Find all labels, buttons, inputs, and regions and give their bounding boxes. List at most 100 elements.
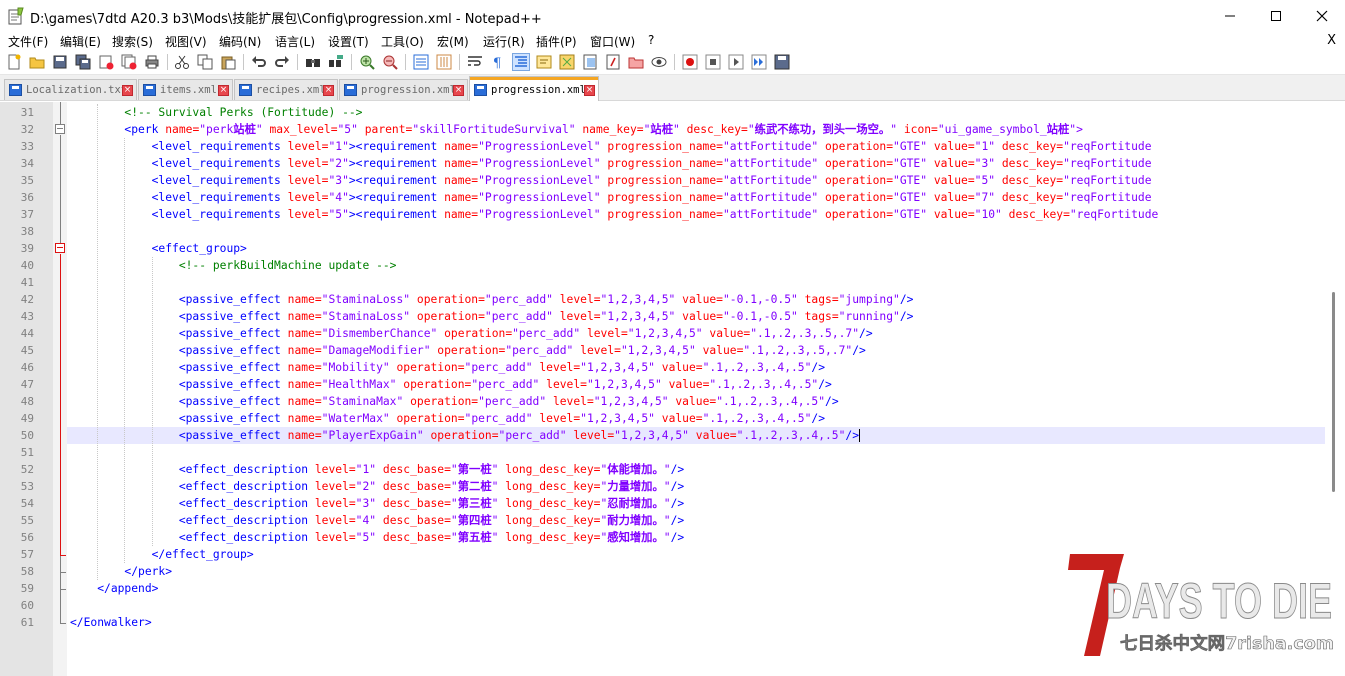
menu-help[interactable]: ?: [648, 33, 654, 47]
code-line[interactable]: <passive_effect name="DamageModifier" op…: [70, 342, 866, 359]
code-line[interactable]: <effect_description level="3" desc_base=…: [70, 495, 684, 512]
code-line[interactable]: <level_requirements level="5"><requireme…: [70, 206, 1159, 223]
code-line[interactable]: </append>: [70, 580, 158, 597]
record-macro-icon[interactable]: [682, 54, 698, 70]
save-all-icon[interactable]: [75, 54, 91, 70]
code-line[interactable]: <effect_description level="4" desc_base=…: [70, 512, 684, 529]
find-icon[interactable]: [305, 54, 321, 70]
tab-close-icon[interactable]: ×: [218, 85, 229, 96]
menu-search[interactable]: 搜索(S): [112, 33, 153, 50]
print-icon[interactable]: [144, 54, 160, 70]
code-token: name=: [287, 344, 322, 357]
menu-plugins[interactable]: 插件(P): [536, 33, 577, 50]
code-token: ": [491, 463, 506, 476]
code-line[interactable]: <!-- Survival Perks (Fortitude) -->: [70, 104, 362, 121]
indent-guide-icon[interactable]: [512, 53, 530, 71]
code-line[interactable]: <effect_description level="1" desc_base=…: [70, 461, 684, 478]
zoom-in-icon[interactable]: [359, 54, 375, 70]
save-macro-icon[interactable]: [774, 54, 790, 70]
tab-close-icon[interactable]: ×: [122, 85, 133, 96]
code-line[interactable]: <level_requirements level="2"><requireme…: [70, 155, 1152, 172]
tab-items[interactable]: items.xml ×: [138, 79, 233, 100]
menu-edit[interactable]: 编辑(E): [60, 33, 101, 50]
function-list-icon[interactable]: [605, 54, 621, 70]
replace-icon[interactable]: [328, 54, 344, 70]
open-file-icon[interactable]: [29, 54, 45, 70]
user-defined-language-icon[interactable]: [536, 54, 552, 70]
fold-toggle-icon[interactable]: [55, 124, 65, 134]
code-line[interactable]: </perk>: [70, 563, 172, 580]
line-number: 33: [20, 140, 34, 153]
document-list-icon[interactable]: [582, 54, 598, 70]
code-line[interactable]: <passive_effect name="WaterMax" operatio…: [70, 410, 825, 427]
fold-end-marker: [60, 572, 66, 573]
close-all-icon[interactable]: [121, 54, 137, 70]
code-line[interactable]: <perk name="perk站桩" max_level="5" parent…: [70, 121, 1082, 138]
code-token: />: [852, 344, 866, 357]
menu-encoding[interactable]: 编码(N): [219, 33, 261, 50]
menu-file[interactable]: 文件(F): [8, 33, 48, 50]
menu-view[interactable]: 视图(V): [165, 33, 207, 50]
code-line[interactable]: <level_requirements level="4"><requireme…: [70, 189, 1152, 206]
menu-macro[interactable]: 宏(M): [437, 33, 469, 50]
code-token: operation=: [825, 140, 894, 153]
svg-text:¶: ¶: [493, 56, 501, 70]
menu-settings[interactable]: 设置(T): [328, 33, 369, 50]
monitoring-icon[interactable]: [651, 54, 667, 70]
minimize-button[interactable]: [1207, 0, 1253, 32]
tab-close-icon[interactable]: ×: [584, 85, 595, 96]
folder-as-workspace-icon[interactable]: [628, 54, 644, 70]
tab-localization[interactable]: Localization.txt ×: [4, 79, 137, 100]
code-token: level=: [287, 191, 329, 204]
undo-icon[interactable]: [251, 54, 267, 70]
menu-window[interactable]: 窗口(W): [590, 33, 635, 50]
play-macro-icon[interactable]: [728, 54, 744, 70]
menu-run[interactable]: 运行(R): [483, 33, 525, 50]
close-document-button[interactable]: X: [1327, 33, 1336, 48]
show-all-characters-icon[interactable]: ¶: [490, 54, 506, 70]
code-line[interactable]: <passive_effect name="HealthMax" operati…: [70, 376, 832, 393]
code-line[interactable]: <level_requirements level="3"><requireme…: [70, 172, 1152, 189]
zoom-out-icon[interactable]: [382, 54, 398, 70]
copy-icon[interactable]: [197, 54, 213, 70]
code-line[interactable]: <passive_effect name="StaminaMax" operat…: [70, 393, 839, 410]
close-button[interactable]: [1299, 0, 1345, 32]
cut-icon[interactable]: [174, 54, 190, 70]
sync-horizontal-icon[interactable]: [436, 54, 452, 70]
new-file-icon[interactable]: [6, 54, 22, 70]
tab-close-icon[interactable]: ×: [323, 85, 334, 96]
stop-macro-icon[interactable]: [705, 54, 721, 70]
current-code-line[interactable]: <passive_effect name="PlayerExpGain" ope…: [67, 427, 1325, 444]
tab-progression[interactable]: progression.xml ×: [339, 79, 468, 100]
close-file-icon[interactable]: [98, 54, 114, 70]
code-token: operation=: [430, 429, 499, 442]
redo-icon[interactable]: [274, 54, 290, 70]
code-line[interactable]: </Eonwalker>: [70, 614, 152, 631]
code-line[interactable]: <passive_effect name="DismemberChance" o…: [70, 325, 873, 342]
code-line[interactable]: <passive_effect name="StaminaLoss" opera…: [70, 291, 914, 308]
maximize-button[interactable]: [1253, 0, 1299, 32]
document-map-icon[interactable]: [559, 54, 575, 70]
menu-tools[interactable]: 工具(O): [381, 33, 424, 50]
tab-close-icon[interactable]: ×: [453, 85, 464, 96]
tab-recipes[interactable]: recipes.xml ×: [234, 79, 338, 100]
scrollbar-thumb[interactable]: [1332, 292, 1335, 492]
paste-icon[interactable]: [220, 54, 236, 70]
code-line[interactable]: <level_requirements level="1"><requireme…: [70, 138, 1152, 155]
code-token: level=: [586, 327, 628, 340]
menu-language[interactable]: 语言(L): [275, 33, 315, 50]
word-wrap-icon[interactable]: [467, 54, 483, 70]
code-line[interactable]: <!-- perkBuildMachine update -->: [70, 257, 397, 274]
code-line[interactable]: <effect_description level="5" desc_base=…: [70, 529, 684, 546]
code-line[interactable]: <effect_description level="2" desc_base=…: [70, 478, 684, 495]
tab-progression-active[interactable]: progression.xml ×: [469, 76, 599, 101]
code-token: </effect_group>: [151, 548, 254, 561]
code-line[interactable]: <passive_effect name="Mobility" operatio…: [70, 359, 825, 376]
save-icon[interactable]: [52, 54, 68, 70]
fold-toggle-icon[interactable]: [55, 243, 65, 253]
notepad-plus-plus-icon[interactable]: [8, 7, 24, 25]
sync-vertical-icon[interactable]: [413, 54, 429, 70]
code-line[interactable]: <passive_effect name="StaminaLoss" opera…: [70, 308, 914, 325]
run-macro-multiple-icon[interactable]: [751, 54, 767, 70]
code-token: long_desc_key=: [505, 463, 601, 476]
